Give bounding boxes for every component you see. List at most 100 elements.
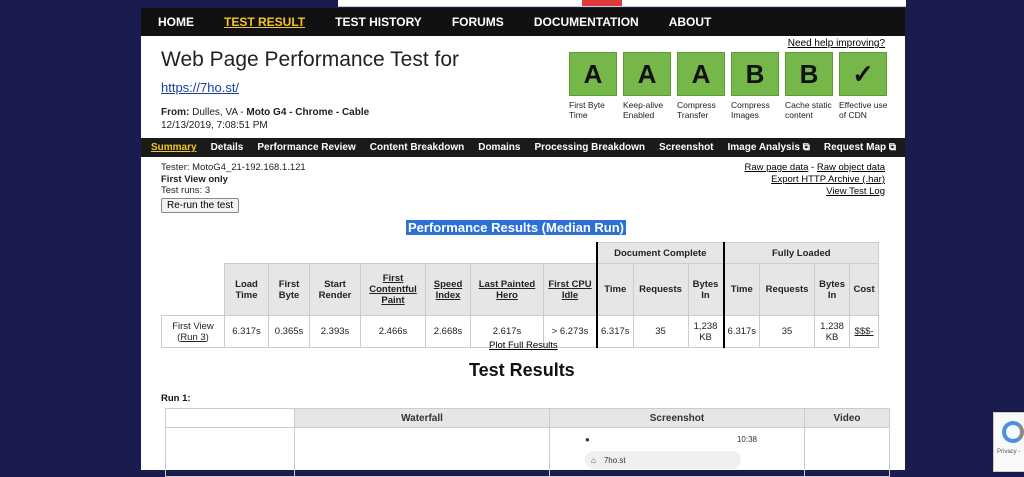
result-tabs: Summary Details Performance Review Conte… <box>141 138 905 157</box>
col-speed-index[interactable]: Speed Index <box>425 263 471 316</box>
tab-content-breakdown[interactable]: Content Breakdown <box>370 142 464 153</box>
col-video: Video <box>804 408 890 428</box>
grade-box: A <box>569 52 617 96</box>
grade-label: Cache static content <box>785 100 832 120</box>
grade-compress-images[interactable]: B Compress Images <box>731 52 785 120</box>
screenshot-cell[interactable]: ● 10:38 ⌂ 7ho.st <box>549 427 805 477</box>
raw-links: Raw page data - Raw object data Export H… <box>745 162 886 198</box>
col-doc-time: Time <box>595 263 634 316</box>
plot-full-results-link[interactable]: Plot Full Results <box>489 340 558 351</box>
cell-speed-index: 2.668s <box>425 315 471 348</box>
test-info: From: Dulles, VA - Moto G4 - Chrome - Ca… <box>161 106 369 132</box>
cell-full-requests: 35 <box>759 315 816 348</box>
export-har-link[interactable]: Export HTTP Archive (.har) <box>771 174 885 185</box>
test-date: 12/13/2019, 7:08:51 PM <box>161 120 268 131</box>
grade-first-byte[interactable]: A First Byte Time <box>569 52 623 120</box>
grade-box: B <box>785 52 833 96</box>
home-icon: ⌂ <box>591 455 596 465</box>
tab-image-analysis-label: Image Analysis <box>727 142 800 153</box>
col-full-requests: Requests <box>759 263 816 316</box>
col-first-cpu-idle[interactable]: First CPU Idle <box>543 263 598 316</box>
grades-panel: A First Byte Time A Keep-alive Enabled A Co… <box>569 52 893 120</box>
cell-doc-time: 6.317s <box>595 315 634 348</box>
col-load-time: Load Time <box>224 263 269 316</box>
run-label-cell <box>165 427 295 477</box>
tested-url-link[interactable]: https://7ho.st/ <box>161 80 239 95</box>
recaptcha-privacy[interactable]: Privacy - <box>997 449 1020 455</box>
tab-processing-breakdown[interactable]: Processing Breakdown <box>534 142 645 153</box>
nav-test-result[interactable]: TEST RESULT <box>224 15 305 29</box>
raw-object-data-link[interactable]: Raw object data <box>817 162 885 173</box>
from-device: Moto G4 - Chrome - Cable <box>246 107 370 118</box>
recaptcha-icon <box>1002 421 1024 443</box>
page-container: HOME TEST RESULT TEST HISTORY FORUMS DOC… <box>141 8 905 477</box>
rerun-button[interactable]: Re-run the test <box>161 198 240 213</box>
grade-label: Keep-alive Enabled <box>623 100 664 120</box>
view-mode: First View only <box>161 173 228 185</box>
tab-screenshot[interactable]: Screenshot <box>659 142 713 153</box>
col-full-bytes: Bytes In <box>814 263 851 316</box>
grade-cdn[interactable]: ✓ Effective use of CDN <box>839 52 893 120</box>
grade-box: B <box>731 52 779 96</box>
page-title: Web Page Performance Test for <box>161 48 460 71</box>
tab-details[interactable]: Details <box>211 142 244 153</box>
nav-home[interactable]: HOME <box>158 15 194 29</box>
run-3-link[interactable]: Run 3 <box>180 332 205 343</box>
tester-name: Tester: MotoG4_21-192.168.1.121 <box>161 162 306 173</box>
ad-banner[interactable] <box>338 0 906 7</box>
col-doc-requests: Requests <box>632 263 689 316</box>
group-fully-loaded: Fully Loaded <box>722 242 880 264</box>
col-first-byte: First Byte <box>268 263 310 316</box>
grade-cache-static[interactable]: B Cache static content <box>785 52 839 120</box>
test-results-title: Test Results <box>469 360 575 380</box>
video-cell[interactable] <box>804 427 890 477</box>
grade-label: Compress Images <box>731 100 770 120</box>
cell-doc-requests: 35 <box>632 315 689 348</box>
cell-fcp: 2.466s <box>360 315 426 348</box>
tab-summary[interactable]: Summary <box>151 142 197 153</box>
empty-header <box>165 408 295 428</box>
col-waterfall: Waterfall <box>294 408 550 428</box>
run-1-label: Run 1: <box>161 393 191 404</box>
nav-forums[interactable]: FORUMS <box>452 15 504 29</box>
run-1-table: Waterfall Screenshot Video ● 10:38 ⌂ 7ho… <box>165 408 890 477</box>
tab-domains[interactable]: Domains <box>478 142 520 153</box>
status-bar-icon: ● <box>585 435 590 444</box>
phone-screenshot: ● 10:38 ⌂ 7ho.st <box>551 429 803 475</box>
tab-performance-review[interactable]: Performance Review <box>257 142 355 153</box>
nav-test-history[interactable]: TEST HISTORY <box>335 15 422 29</box>
tab-image-analysis[interactable]: Image Analysis ⧉ <box>728 142 810 153</box>
from-location: Dulles, VA - <box>192 107 247 118</box>
col-doc-bytes: Bytes In <box>687 263 725 316</box>
from-prefix: From: <box>161 107 193 118</box>
performance-results-table: Document Complete Fully Loaded Load Time… <box>161 242 880 348</box>
cell-cost[interactable]: $$$- <box>849 315 880 348</box>
cell-first-byte: 0.365s <box>268 315 310 348</box>
external-link-icon: ⧉ <box>888 142 897 153</box>
raw-links-separator: - <box>808 162 817 173</box>
tab-request-map-label: Request Map <box>823 142 887 153</box>
phone-time: 10:38 <box>736 435 757 444</box>
col-last-painted-hero[interactable]: Last Painted Hero <box>470 263 544 316</box>
recaptcha-badge[interactable]: Privacy - <box>993 412 1024 472</box>
nav-documentation[interactable]: DOCUMENTATION <box>534 15 639 29</box>
grade-label: Compress Transfer <box>677 100 716 120</box>
view-test-log-link[interactable]: View Test Log <box>826 186 885 197</box>
help-link[interactable]: Need help improving? <box>788 38 885 49</box>
ad-banner-graphic <box>582 0 622 6</box>
cell-full-time: 6.317s <box>722 315 761 348</box>
col-start-render: Start Render <box>309 263 361 316</box>
grade-keep-alive[interactable]: A Keep-alive Enabled <box>623 52 677 120</box>
raw-page-data-link[interactable]: Raw page data <box>745 162 809 173</box>
nav-about[interactable]: ABOUT <box>669 15 712 29</box>
cell-load-time: 6.317s <box>224 315 269 348</box>
phone-address-bar: ⌂ 7ho.st <box>585 451 741 469</box>
grade-compress-transfer[interactable]: A Compress Transfer <box>677 52 731 120</box>
col-first-contentful-paint[interactable]: First Contentful Paint <box>360 263 426 316</box>
empty-cell <box>162 264 225 316</box>
waterfall-cell[interactable] <box>294 427 550 477</box>
tab-request-map[interactable]: Request Map ⧉ <box>824 142 896 153</box>
performance-results-title: Performance Results (Median Run) <box>406 220 626 235</box>
phone-url: 7ho.st <box>603 455 626 465</box>
cell-start-render: 2.393s <box>309 315 361 348</box>
